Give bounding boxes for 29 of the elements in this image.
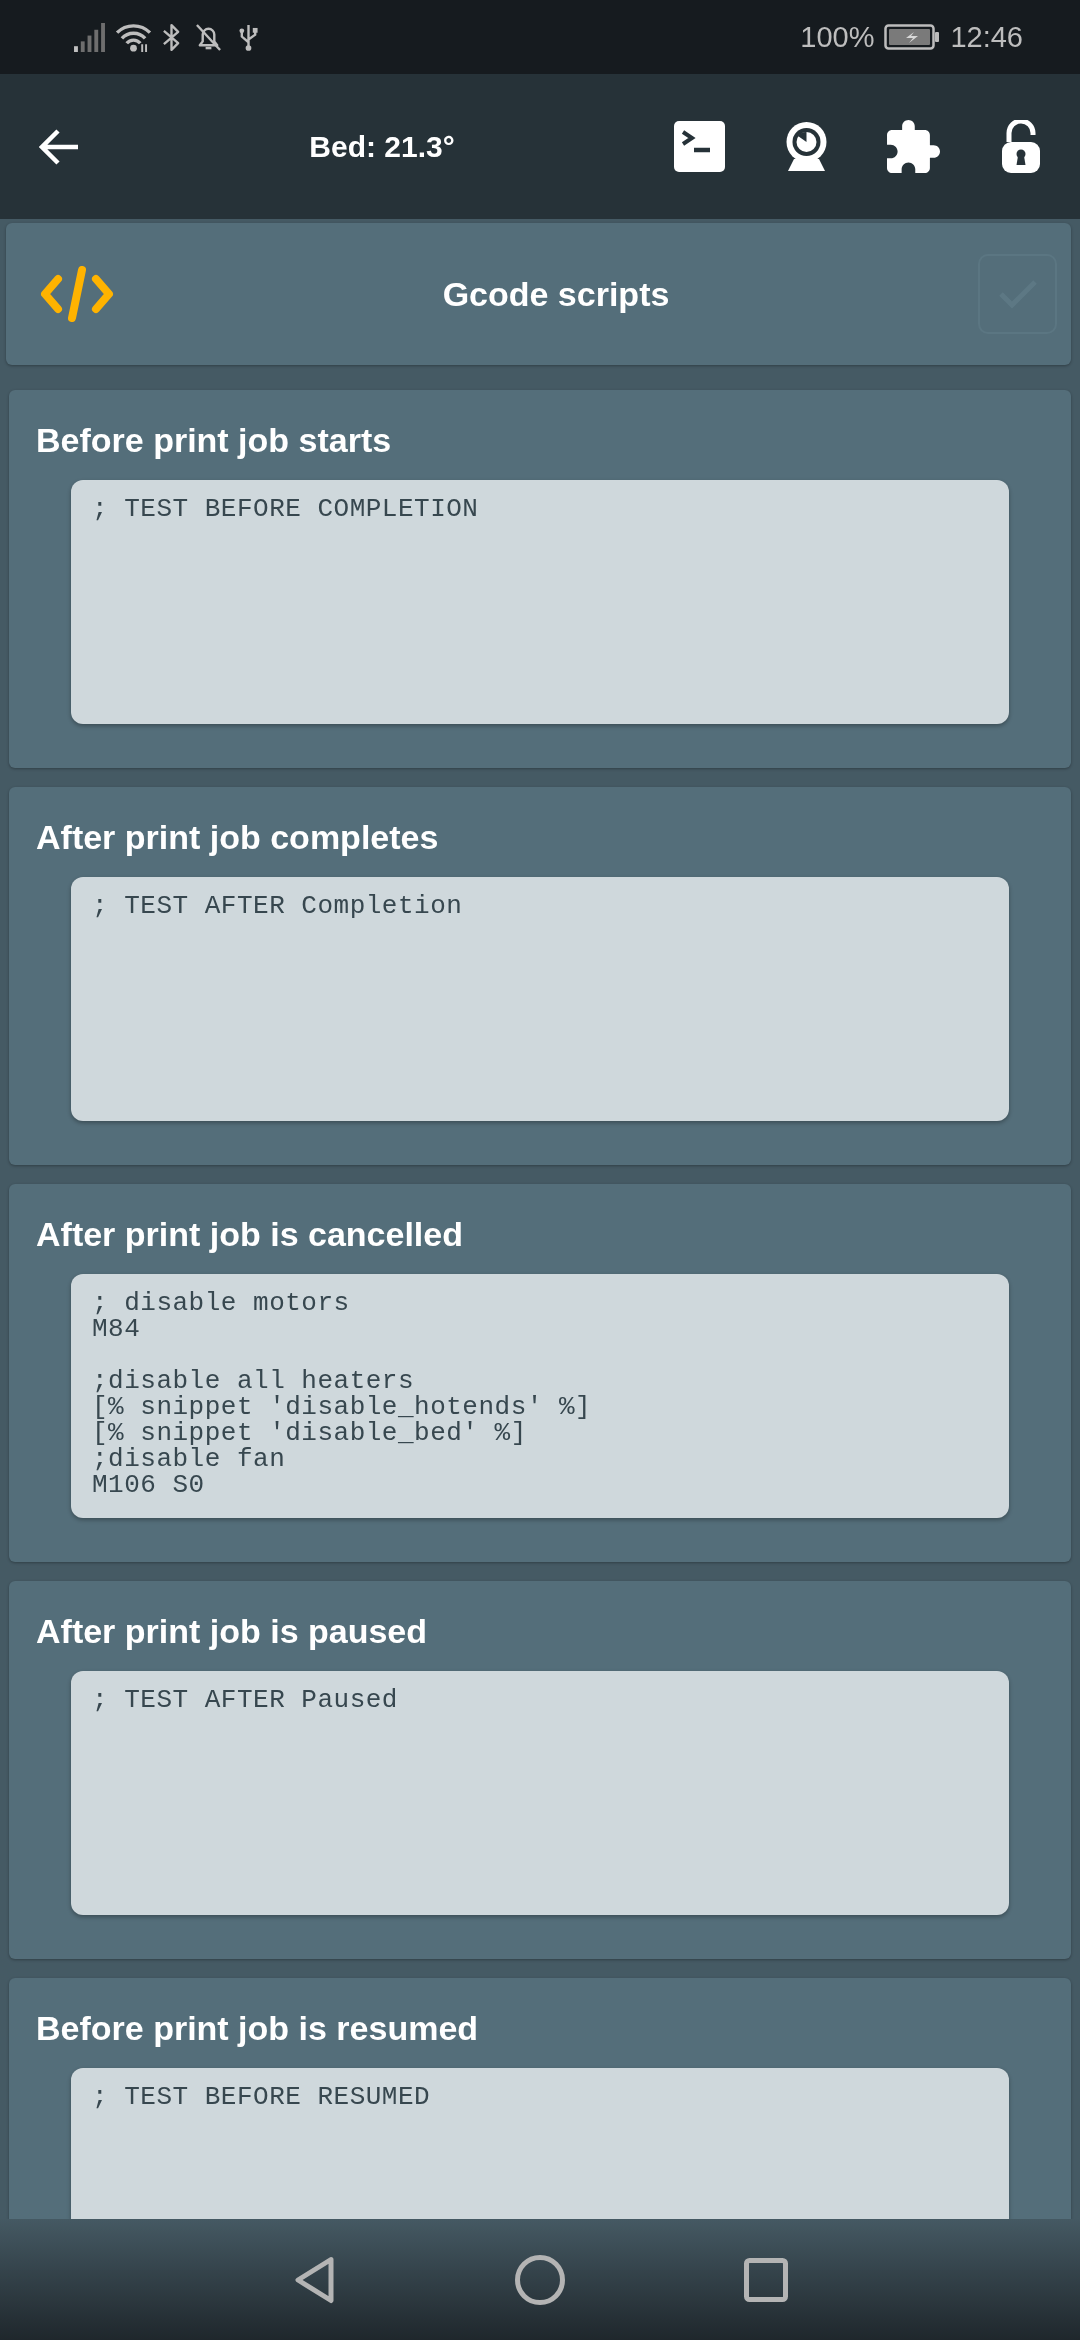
code-brackets-icon — [39, 266, 115, 322]
back-arrow-icon — [39, 127, 79, 166]
script-label: Before print job is resumed — [36, 2008, 480, 2048]
recents-square-icon — [744, 2257, 788, 2302]
charging-battery-icon — [884, 24, 941, 50]
home-circle-icon — [515, 2254, 565, 2305]
script-label: After print job is cancelled — [36, 1214, 464, 1254]
bluetooth-icon — [162, 22, 181, 52]
usb-icon — [238, 22, 259, 52]
script-field[interactable]: ; TEST AFTER Completion — [71, 877, 1009, 1121]
webcam-icon — [784, 120, 829, 173]
script-field[interactable]: ; TEST AFTER Paused — [71, 1671, 1009, 1915]
script-field[interactable]: ; disable motors M84 ;disable all heaters [% snippet 'disable_hotends' %] [% snippet 'disable_bed' %] ;disable fan M106 S0 — [71, 1274, 1009, 1518]
clock: 12:46 — [950, 20, 1023, 54]
wifi-icon — [115, 22, 152, 52]
script-field[interactable]: ; TEST BEFORE RESUMED — [71, 2068, 1009, 2219]
bed-temperature: Bed: 21.3° — [308, 128, 456, 165]
back-triangle-icon — [293, 2255, 335, 2304]
script-field[interactable]: ; TEST BEFORE COMPLETION — [71, 480, 1009, 724]
page-title: Gcode scripts — [441, 274, 671, 314]
script-label: Before print job starts — [36, 420, 393, 460]
open-padlock-icon — [1000, 119, 1041, 174]
puzzle-icon — [887, 120, 940, 173]
terminal-icon — [674, 121, 725, 172]
script-label: After print job is paused — [36, 1611, 429, 1651]
script-label: After print job completes — [36, 817, 440, 857]
battery-percent: 100% — [800, 20, 875, 54]
signal-icon — [74, 22, 105, 52]
muted-bell-icon — [195, 22, 222, 52]
